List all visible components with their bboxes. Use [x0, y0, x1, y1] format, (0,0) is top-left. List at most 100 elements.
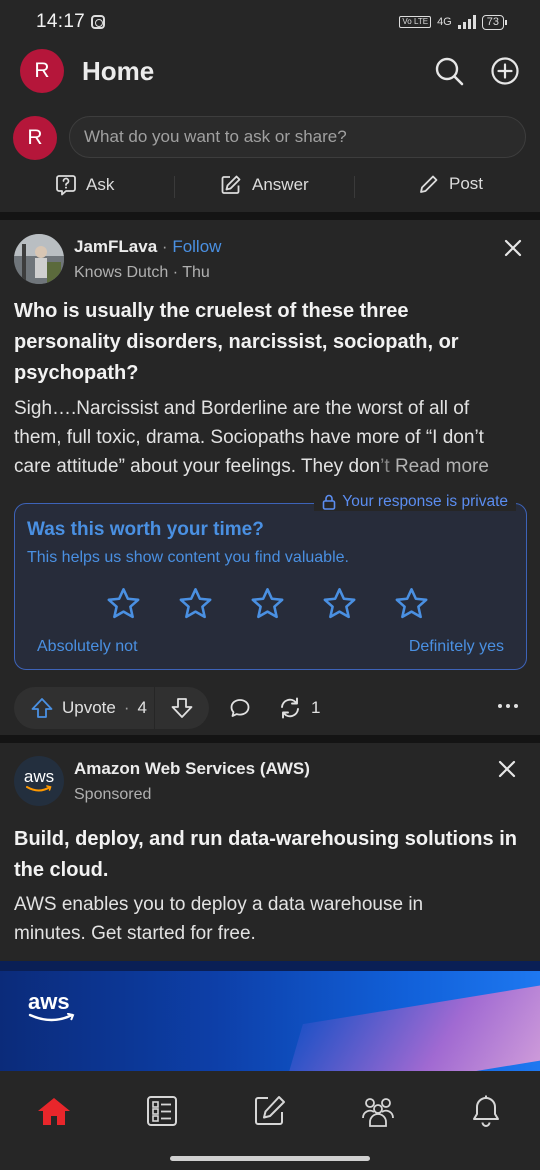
upvote-count: 4: [137, 698, 148, 717]
volte-indicator: Vo LTE: [399, 16, 432, 28]
more-options-icon[interactable]: [498, 704, 518, 708]
close-icon[interactable]: [496, 758, 518, 780]
status-bar: 14:17 Vo LTE 4G 73: [0, 0, 540, 44]
sponsored-label: Sponsored: [74, 786, 152, 803]
status-indicators: Vo LTE 4G 73: [399, 14, 508, 30]
question-icon: [56, 175, 76, 196]
composer-avatar[interactable]: R: [13, 116, 57, 160]
network-type: 4G: [437, 16, 452, 28]
aws-smile-icon: [28, 1013, 75, 1022]
answer-text-fade: ’t: [380, 456, 390, 477]
feed-separator: [0, 212, 540, 220]
ad-banner-image[interactable]: aws: [0, 961, 540, 1071]
comment-icon: [230, 699, 250, 717]
battery-level: 73: [486, 15, 499, 28]
battery-icon: 73: [481, 14, 508, 30]
answer-line: care attitude” about your feelings. They…: [14, 452, 529, 481]
follow-link[interactable]: Follow: [172, 237, 221, 256]
answer-text: care attitude” about your feelings. They…: [14, 456, 381, 477]
vote-bar: Upvote · 4: [14, 687, 209, 729]
separator-dot: ·: [123, 698, 130, 717]
upvote-label: Upvote: [62, 698, 116, 717]
star-icon-2[interactable]: [177, 586, 214, 622]
aws-logo-text: aws: [23, 767, 55, 786]
add-circle-icon[interactable]: [490, 56, 520, 86]
advertiser-logo[interactable]: aws: [14, 756, 64, 806]
separator-dot: ·: [161, 237, 168, 256]
edit-icon: [221, 175, 241, 194]
author-name[interactable]: JamFLava: [74, 237, 157, 256]
share-button[interactable]: 1: [277, 696, 320, 720]
answer-label: Answer: [252, 175, 309, 194]
reshare-icon: [281, 697, 299, 719]
star-icon-3[interactable]: [249, 586, 286, 622]
pencil-icon: [420, 175, 438, 193]
banner-aws-logo: aws: [28, 989, 76, 1023]
home-icon: [38, 1098, 70, 1125]
page-title: Home: [82, 55, 155, 86]
composer: R What do you want to ask or share? Ask …: [0, 98, 540, 212]
private-label: Your response is private: [342, 493, 508, 510]
author-photo: [14, 234, 64, 284]
profile-avatar[interactable]: R: [20, 49, 64, 93]
rating-subtitle: This helps us show content you find valu…: [27, 549, 349, 566]
post-label: Post: [449, 174, 484, 193]
rating-max-label: Definitely yes: [408, 638, 504, 655]
action-divider: [354, 176, 355, 198]
ask-placeholder: What do you want to ask or share?: [84, 127, 347, 146]
nav-home[interactable]: [34, 1091, 74, 1131]
star-icon-1[interactable]: [105, 586, 142, 622]
comment-button[interactable]: [228, 696, 252, 725]
ask-button[interactable]: Ask: [56, 174, 114, 196]
star-icon-4[interactable]: [321, 586, 358, 622]
composer-actions: Ask Answer Post: [0, 172, 540, 202]
author-avatar[interactable]: [14, 234, 64, 284]
star-icon-5[interactable]: [393, 586, 430, 622]
aws-smile-icon: [26, 785, 52, 792]
downvote-button[interactable]: [155, 697, 209, 719]
nav-notifications[interactable]: [466, 1091, 506, 1131]
following-icon: [147, 1096, 177, 1126]
rating-min-label: Absolutely not: [37, 638, 138, 655]
gesture-home-bar[interactable]: [170, 1156, 370, 1161]
share-count: 1: [311, 698, 321, 717]
avatar-letter: R: [34, 59, 50, 82]
answer-button[interactable]: Answer: [220, 174, 309, 196]
answer-preview[interactable]: Sigh….Narcissist and Borderline are the …: [14, 394, 529, 481]
star-rating: [105, 586, 430, 622]
author-credential: Knows Dutch · Thu: [74, 264, 210, 281]
status-time: 14:17: [36, 11, 86, 32]
ad-headline[interactable]: Build, deploy, and run data-warehousing …: [14, 824, 519, 886]
lock-icon: [322, 494, 336, 510]
author-line: JamFLava · Follow: [74, 237, 221, 257]
ad-body[interactable]: AWS enables you to deploy a data warehou…: [14, 890, 494, 948]
app-header: R Home: [0, 44, 540, 98]
notifications-icon: [473, 1095, 499, 1127]
rating-title: Was this worth your time?: [27, 519, 264, 540]
downvote-arrow-icon: [171, 698, 193, 718]
instagram-notification-icon: [91, 15, 106, 29]
spaces-icon: [362, 1098, 394, 1127]
upvote-arrow-icon: [31, 698, 53, 718]
nav-spaces[interactable]: [358, 1091, 398, 1131]
answer-line: them, full toxic, drama. Sociopaths have…: [14, 427, 484, 448]
search-icon[interactable]: [434, 56, 464, 86]
read-more-link[interactable]: Read more: [395, 456, 489, 477]
nav-following[interactable]: [142, 1091, 182, 1131]
private-notice: Your response is private: [314, 493, 516, 511]
answer-line: Sigh….Narcissist and Borderline are the …: [14, 398, 470, 419]
action-divider: [174, 176, 175, 198]
rating-survey: Your response is private Was this worth …: [14, 493, 527, 670]
advertiser-name[interactable]: Amazon Web Services (AWS): [74, 759, 310, 779]
post-button[interactable]: Post: [419, 174, 483, 194]
avatar-letter: R: [27, 126, 43, 149]
feed-separator: [0, 735, 540, 743]
ask-label: Ask: [86, 175, 115, 194]
answer-icon: [255, 1096, 285, 1125]
close-icon[interactable]: [502, 237, 524, 259]
upvote-button[interactable]: Upvote · 4: [14, 697, 154, 719]
banner-shape: [280, 979, 540, 1071]
ask-share-input[interactable]: What do you want to ask or share?: [69, 116, 526, 158]
nav-answer[interactable]: [250, 1091, 290, 1131]
question-title[interactable]: Who is usually the cruelest of these thr…: [14, 296, 514, 389]
